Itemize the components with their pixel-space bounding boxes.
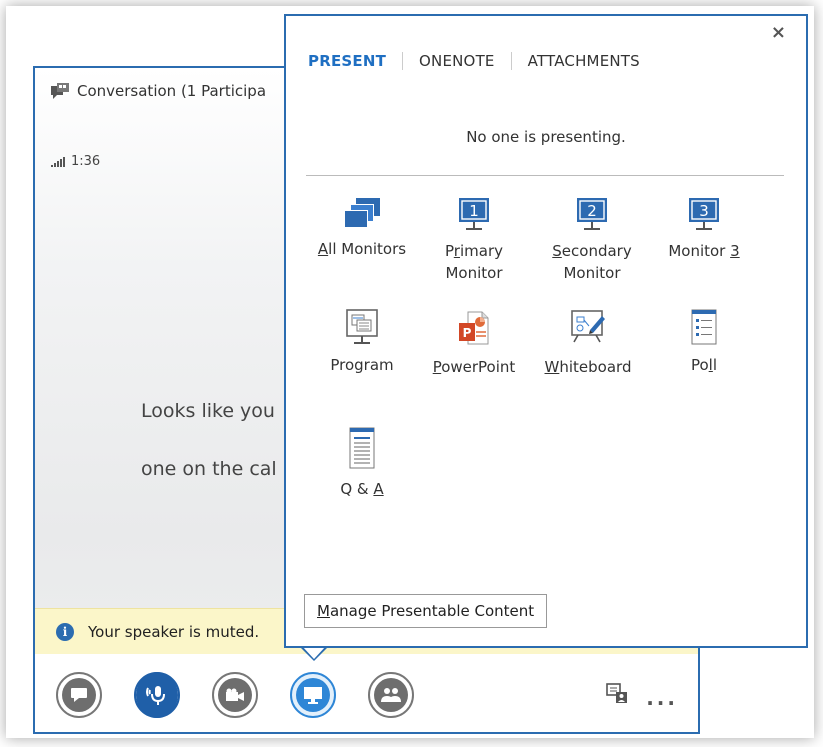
svg-text:2: 2 xyxy=(587,202,597,220)
poll-icon xyxy=(691,309,717,345)
call-status: 1:36 xyxy=(51,154,100,169)
im-button[interactable] xyxy=(56,672,102,718)
popup-tabs: PRESENT ONENOTE ATTACHMENTS xyxy=(308,52,656,70)
center-message-line2: one on the cal xyxy=(141,458,277,480)
tab-attachments[interactable]: ATTACHMENTS xyxy=(510,52,656,70)
monitor-1-icon: 1 xyxy=(459,198,489,230)
whiteboard-option[interactable]: Whiteboard xyxy=(530,308,646,378)
manage-button-accelerator: M xyxy=(317,602,330,620)
conversation-toolbar: ... xyxy=(35,654,698,732)
tab-onenote[interactable]: ONENOTE xyxy=(402,52,511,70)
manage-presentable-content-button[interactable]: Manage Presentable Content xyxy=(304,594,548,628)
microphone-icon xyxy=(146,686,165,705)
signal-strength-icon xyxy=(51,156,65,167)
monitor-2-icon: 2 xyxy=(577,198,607,230)
conversation-title: Conversation (1 Participa xyxy=(77,82,267,100)
svg-text:3: 3 xyxy=(699,202,709,220)
chat-bubble-icon xyxy=(71,688,87,702)
mute-microphone-button[interactable] xyxy=(134,672,180,718)
all-monitors-icon xyxy=(344,198,380,228)
qa-icon xyxy=(349,427,375,469)
conversation-icon xyxy=(51,83,69,99)
present-monitor-icon xyxy=(304,687,322,704)
whiteboard-icon xyxy=(571,310,605,343)
manage-button-label: anage Presentable Content xyxy=(329,602,535,620)
program-option[interactable]: Program xyxy=(304,308,420,376)
conversation-title-bar: Conversation (1 Participa xyxy=(51,82,266,100)
present-button[interactable] xyxy=(290,672,336,718)
info-icon: i xyxy=(56,623,74,641)
video-camera-icon xyxy=(226,688,244,701)
present-content-icon[interactable] xyxy=(606,682,628,704)
center-message: Looks like you one on the cal xyxy=(141,368,277,513)
program-icon xyxy=(346,309,378,344)
svg-text:1: 1 xyxy=(469,202,479,220)
poll-option[interactable]: Poll xyxy=(646,308,762,376)
center-message-line1: Looks like you xyxy=(141,400,275,422)
participants-icon xyxy=(381,688,401,702)
all-monitors-option[interactable]: All Monitors xyxy=(304,196,420,260)
participants-button[interactable] xyxy=(368,672,414,718)
call-timer: 1:36 xyxy=(71,154,101,169)
powerpoint-icon: P xyxy=(459,311,489,345)
close-icon[interactable]: × xyxy=(771,22,786,43)
secondary-monitor-option[interactable]: 2 Secondary Monitor xyxy=(534,196,650,284)
primary-monitor-option[interactable]: 1 Primary Monitor xyxy=(416,196,532,284)
powerpoint-option[interactable]: P PowerPoint xyxy=(416,308,532,378)
speaker-muted-text: Your speaker is muted. xyxy=(88,623,260,641)
video-button[interactable] xyxy=(212,672,258,718)
divider xyxy=(306,175,784,176)
qa-option[interactable]: Q & A xyxy=(304,426,420,500)
svg-text:P: P xyxy=(463,326,472,340)
monitor-3-option[interactable]: 3 Monitor 3 xyxy=(646,196,762,262)
tab-present[interactable]: PRESENT xyxy=(308,52,402,70)
presenting-status: No one is presenting. xyxy=(466,128,626,146)
monitor-3-icon: 3 xyxy=(689,198,719,230)
present-popup: × PRESENT ONENOTE ATTACHMENTS No one is … xyxy=(284,14,808,648)
more-options-icon[interactable]: ... xyxy=(646,686,678,710)
